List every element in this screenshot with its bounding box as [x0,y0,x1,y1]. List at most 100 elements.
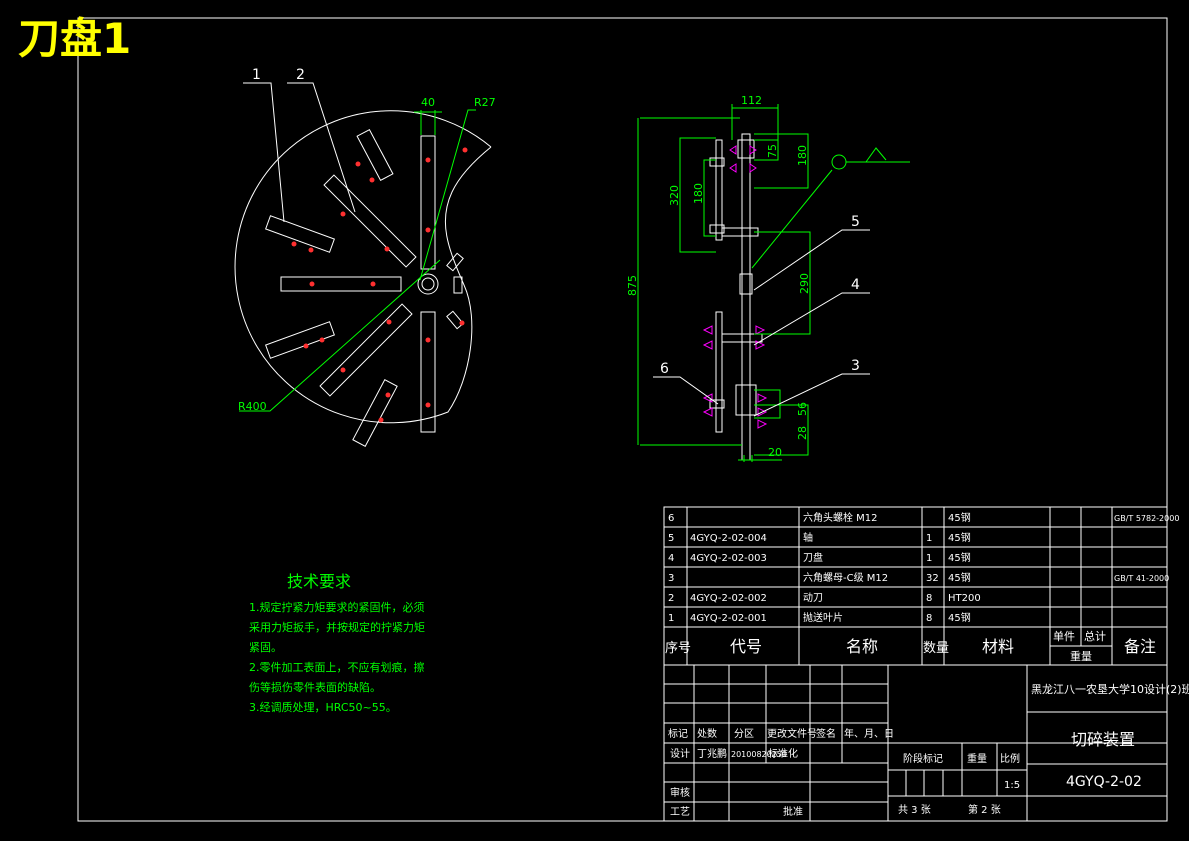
leader-line [287,82,356,213]
notes-title: 技术要求 [286,572,351,591]
leader-line [239,259,441,412]
rev-header: 标记 [668,728,688,740]
balloon-3: 3 [851,358,860,374]
dim-label: 28 [796,426,809,440]
drawing-number: 4GYQ-2-02 [1066,774,1142,790]
weight-label: 重量 [967,752,987,765]
rev-header: 签名 [816,727,836,740]
blade [356,128,394,182]
blade [319,303,413,397]
process-label: 工艺 [670,806,690,818]
header-unit: 单件 [1053,630,1075,643]
cell: 45钢 [948,511,971,524]
side-leaders [653,229,870,417]
front-labels: 1 2 [252,67,305,83]
cell: 轴 [803,531,813,544]
design-label: 设计 [670,747,690,760]
cell: GB/T 41-2000 [1114,574,1169,583]
sheet-count: 共 3 张 [898,804,931,816]
cell: 4GYQ-2-02-004 [690,533,767,544]
blade [265,215,335,253]
leader-line [753,292,870,346]
cell: 1 [926,553,932,564]
dim-label: 290 [798,273,811,294]
balloon-1: 1 [252,67,261,83]
cell: 4 [668,553,674,564]
cell: 8 [926,613,932,624]
scale-label: 比例 [1000,752,1020,765]
note-line: 2.零件加工表面上，不应有划痕，擦 [249,661,425,674]
parts-row: 4 4GYQ-2-02-003 刀盘 1 45钢 [668,551,971,564]
cell: GB/T 5782-2000 [1114,514,1179,523]
dim-radius-large: R400 [238,400,267,413]
cell: 六角螺母-C级 M12 [803,572,888,584]
cell: 45钢 [948,551,971,564]
rev-header: 年、月、日 [844,727,894,740]
balloon-4: 4 [851,277,860,293]
cell: 1 [926,533,932,544]
drawing-sheet: 1 2 40 R27 R400 5 4 3 6 112 75 180 320 1… [77,17,1189,822]
cell: 1 [668,613,674,624]
review-label: 审核 [670,786,690,799]
note-line: 3.经调质处理，HRC50~55。 [249,701,397,714]
cell: 4GYQ-2-02-001 [690,613,767,624]
header-no: 序号 [665,641,691,656]
drawing-name: 切碎装置 [1071,730,1135,749]
dim-radius-small: R27 [474,96,496,109]
parts-row: 3 六角螺母-C级 M12 32 45钢 GB/T 41-2000 [668,571,1169,584]
note-line: 紧固。 [249,641,282,654]
parts-row: 1 4GYQ-2-02-001 抛送叶片 8 45钢 [668,611,971,624]
rev-header: 处数 [697,727,717,740]
header-weight: 重量 [1070,649,1092,663]
cell: 3 [668,573,674,584]
dim-label: 875 [626,275,639,296]
hub [735,384,757,416]
shaft [741,133,751,461]
stage-mark: 阶段标记 [903,752,943,765]
cell: 六角头螺栓 M12 [803,511,878,524]
front-annotations [243,82,356,223]
cell: 32 [926,573,939,584]
cell: 刀盘 [803,551,823,564]
dim-label: 320 [668,185,681,206]
cell: 抛送叶片 [803,611,843,624]
dim-width: 40 [421,96,435,109]
standardization: 标准化 [768,747,798,760]
hub-inner [421,277,435,291]
disc-plate [715,311,723,433]
dim-label: 112 [741,94,762,107]
cell: 6 [668,513,674,524]
blade [453,276,463,294]
approve-label: 批准 [783,805,803,818]
header-total: 总计 [1084,629,1106,643]
balloon-2: 2 [296,67,305,83]
sheet-number: 第 2 张 [968,803,1001,816]
note-line: 采用力矩扳手，并按规定的拧紧力矩 [249,621,425,634]
header-qty: 数量 [923,641,949,656]
dim-label: 75 [766,144,779,158]
balloon-6: 6 [660,361,669,377]
technical-requirements: 技术要求 1.规定拧紧力矩要求的紧固件，必须 采用力矩扳手，并按规定的拧紧力矩 … [249,572,425,718]
cell: 45钢 [948,611,971,624]
cell: 动刀 [803,592,823,604]
cell: 8 [926,593,932,604]
cell: 5 [668,533,674,544]
hub [737,139,755,159]
note-line: 1.规定拧紧力矩要求的紧固件，必须 [249,601,425,614]
drawing-frame [77,17,1168,822]
header-name: 名称 [846,637,878,656]
rev-header: 更改文件号 [767,727,817,740]
dim-label: 20 [768,446,782,459]
header-material: 材料 [982,637,1014,656]
front-dimensions [239,109,476,412]
rev-header: 分区 [734,728,754,740]
title-block: 黑龙江八一农垦大学10设计(2)班 切碎装置 4GYQ-2-02 标记 处数 分… [668,682,1189,818]
blade [420,311,436,433]
balloon-5: 5 [851,214,860,230]
blade-set [265,128,464,447]
section-marker [831,154,847,170]
blade [420,135,436,270]
cell: 4GYQ-2-02-003 [690,553,767,564]
dim-label: 56 [796,402,809,416]
school-name: 黑龙江八一农垦大学10设计(2)班 [1031,682,1189,696]
